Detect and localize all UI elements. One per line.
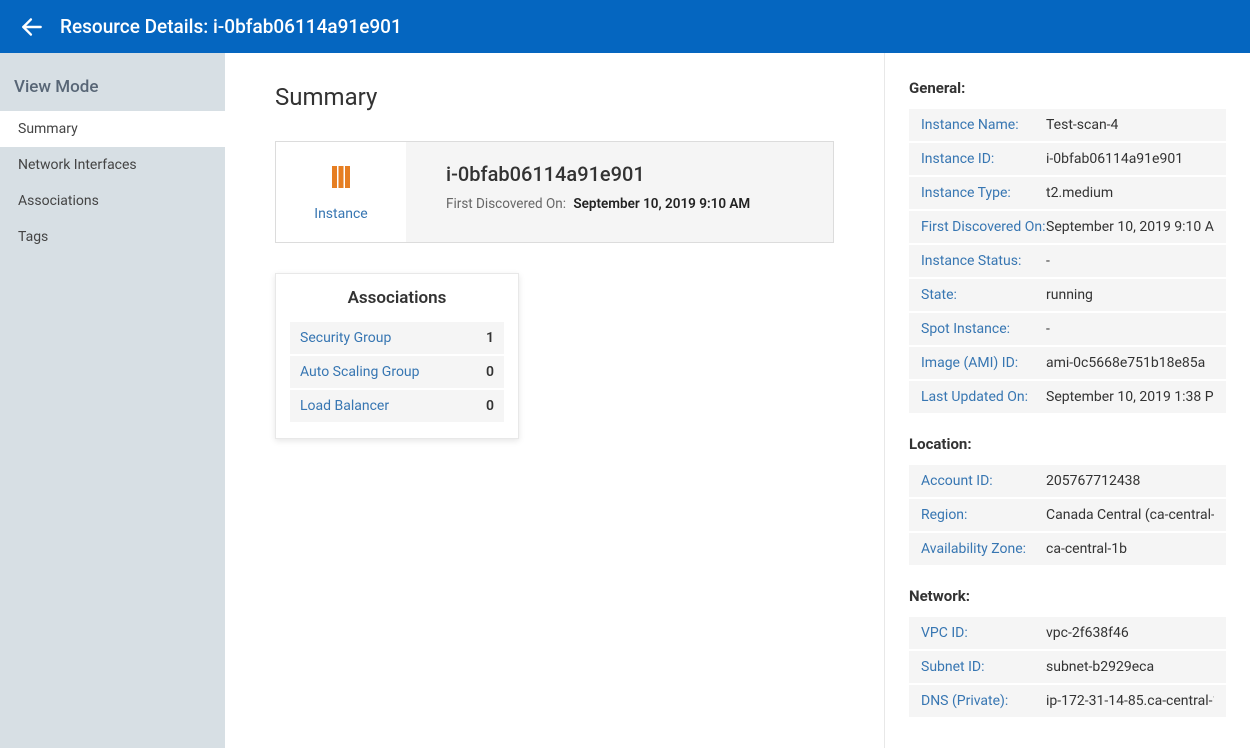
details-row-value: - bbox=[1046, 253, 1050, 269]
details-row-value: 205767712438 bbox=[1046, 473, 1140, 489]
details-row: Image (AMI) ID:ami-0c5668e751b18e85a bbox=[909, 347, 1226, 379]
association-count: 0 bbox=[486, 398, 494, 414]
sidebar-item-associations[interactable]: Associations bbox=[0, 183, 225, 219]
details-row-label: Subnet ID: bbox=[921, 659, 1046, 675]
details-row-label: Image (AMI) ID: bbox=[921, 355, 1046, 371]
association-row[interactable]: Auto Scaling Group 0 bbox=[290, 356, 504, 388]
details-row-value: ca-central-1b bbox=[1046, 541, 1127, 557]
instance-icon bbox=[326, 162, 356, 192]
page-title: Resource Details: i-0bfab06114a91e901 bbox=[60, 15, 402, 38]
details-row: VPC ID:vpc-2f638f46 bbox=[909, 617, 1226, 649]
details-heading: Location: bbox=[909, 435, 1226, 453]
details-row-label: Instance Name: bbox=[921, 117, 1046, 133]
main-content: Summary Instance i-0bfab06114a91e901 Fir… bbox=[225, 53, 884, 748]
details-row-label: State: bbox=[921, 287, 1046, 303]
details-row-label: Last Updated On: bbox=[921, 389, 1046, 405]
details-row-value: subnet-b2929eca bbox=[1046, 659, 1154, 675]
instance-card-left: Instance bbox=[276, 142, 406, 242]
details-row-value: Test-scan-4 bbox=[1046, 117, 1118, 133]
details-row: Availability Zone:ca-central-1b bbox=[909, 533, 1226, 565]
details-row-value: - bbox=[1046, 321, 1050, 337]
association-label: Security Group bbox=[300, 330, 391, 346]
association-row[interactable]: Load Balancer 0 bbox=[290, 390, 504, 422]
details-row: Last Updated On:September 10, 2019 1:38 … bbox=[909, 381, 1226, 413]
details-row-value: ip-172-31-14-85.ca-central-1.compu bbox=[1046, 693, 1214, 709]
instance-discovered-label: First Discovered On: bbox=[446, 196, 566, 212]
sidebar-title: View Mode bbox=[0, 53, 225, 111]
details-row: State:running bbox=[909, 279, 1226, 311]
details-section: Location:Account ID:205767712438Region:C… bbox=[885, 435, 1250, 587]
details-row-label: Instance Status: bbox=[921, 253, 1046, 269]
instance-id: i-0bfab06114a91e901 bbox=[446, 162, 793, 186]
association-label: Auto Scaling Group bbox=[300, 364, 420, 380]
instance-discovered: First Discovered On: September 10, 2019 … bbox=[446, 196, 793, 212]
details-panel: General:Instance Name:Test-scan-4Instanc… bbox=[884, 53, 1250, 748]
instance-type-label: Instance bbox=[314, 206, 367, 222]
details-row-value: September 10, 2019 9:10 AM bbox=[1046, 219, 1214, 235]
details-row-label: Instance Type: bbox=[921, 185, 1046, 201]
instance-card: Instance i-0bfab06114a91e901 First Disco… bbox=[275, 141, 834, 243]
association-row[interactable]: Security Group 1 bbox=[290, 322, 504, 354]
details-row: First Discovered On:September 10, 2019 9… bbox=[909, 211, 1226, 243]
details-row: Region:Canada Central (ca-central-1) bbox=[909, 499, 1226, 531]
details-row: Instance Name:Test-scan-4 bbox=[909, 109, 1226, 141]
details-row-value: Canada Central (ca-central-1) bbox=[1046, 507, 1214, 523]
details-row: Spot Instance:- bbox=[909, 313, 1226, 345]
details-heading: General: bbox=[909, 79, 1226, 97]
details-row: Account ID:205767712438 bbox=[909, 465, 1226, 497]
associations-card: Associations Security Group 1 Auto Scaling… bbox=[275, 273, 519, 439]
instance-discovered-value: September 10, 2019 9:10 AM bbox=[573, 196, 750, 212]
details-row: Instance ID:i-0bfab06114a91e901 bbox=[909, 143, 1226, 175]
details-section: Network:VPC ID:vpc-2f638f46Subnet ID:sub… bbox=[885, 587, 1250, 739]
main-title: Summary bbox=[275, 83, 834, 111]
details-row-value: vpc-2f638f46 bbox=[1046, 625, 1129, 641]
details-row-value: running bbox=[1046, 287, 1093, 303]
details-row-value: September 10, 2019 1:38 PM bbox=[1046, 389, 1214, 405]
details-section: General:Instance Name:Test-scan-4Instanc… bbox=[885, 79, 1250, 435]
details-row-label: VPC ID: bbox=[921, 625, 1046, 641]
associations-title: Associations bbox=[290, 288, 504, 308]
association-count: 1 bbox=[486, 330, 494, 346]
details-row: DNS (Private):ip-172-31-14-85.ca-central… bbox=[909, 685, 1226, 717]
details-row-label: Instance ID: bbox=[921, 151, 1046, 167]
details-row: Instance Type:t2.medium bbox=[909, 177, 1226, 209]
details-row-label: Spot Instance: bbox=[921, 321, 1046, 337]
details-row-label: DNS (Private): bbox=[921, 693, 1046, 709]
details-row-value: i-0bfab06114a91e901 bbox=[1046, 151, 1183, 167]
association-label: Load Balancer bbox=[300, 398, 389, 414]
page-header: Resource Details: i-0bfab06114a91e901 bbox=[0, 0, 1250, 53]
sidebar-item-tags[interactable]: Tags bbox=[0, 219, 225, 255]
details-row: Subnet ID:subnet-b2929eca bbox=[909, 651, 1226, 683]
details-heading: Network: bbox=[909, 587, 1226, 605]
details-row-label: Account ID: bbox=[921, 473, 1046, 489]
details-row-value: t2.medium bbox=[1046, 185, 1113, 201]
back-arrow-icon[interactable] bbox=[18, 13, 46, 41]
page-body: View Mode SummaryNetwork InterfacesAssoc… bbox=[0, 53, 1250, 748]
details-row: Instance Status:- bbox=[909, 245, 1226, 277]
details-row-label: First Discovered On: bbox=[921, 219, 1046, 235]
details-row-label: Availability Zone: bbox=[921, 541, 1046, 557]
sidebar-item-network-interfaces[interactable]: Network Interfaces bbox=[0, 147, 225, 183]
association-count: 0 bbox=[486, 364, 494, 380]
details-row-value: ami-0c5668e751b18e85a bbox=[1046, 355, 1205, 371]
details-row-label: Region: bbox=[921, 507, 1046, 523]
sidebar: View Mode SummaryNetwork InterfacesAssoc… bbox=[0, 53, 225, 748]
sidebar-item-summary[interactable]: Summary bbox=[0, 111, 225, 147]
instance-card-right: i-0bfab06114a91e901 First Discovered On:… bbox=[406, 142, 833, 242]
